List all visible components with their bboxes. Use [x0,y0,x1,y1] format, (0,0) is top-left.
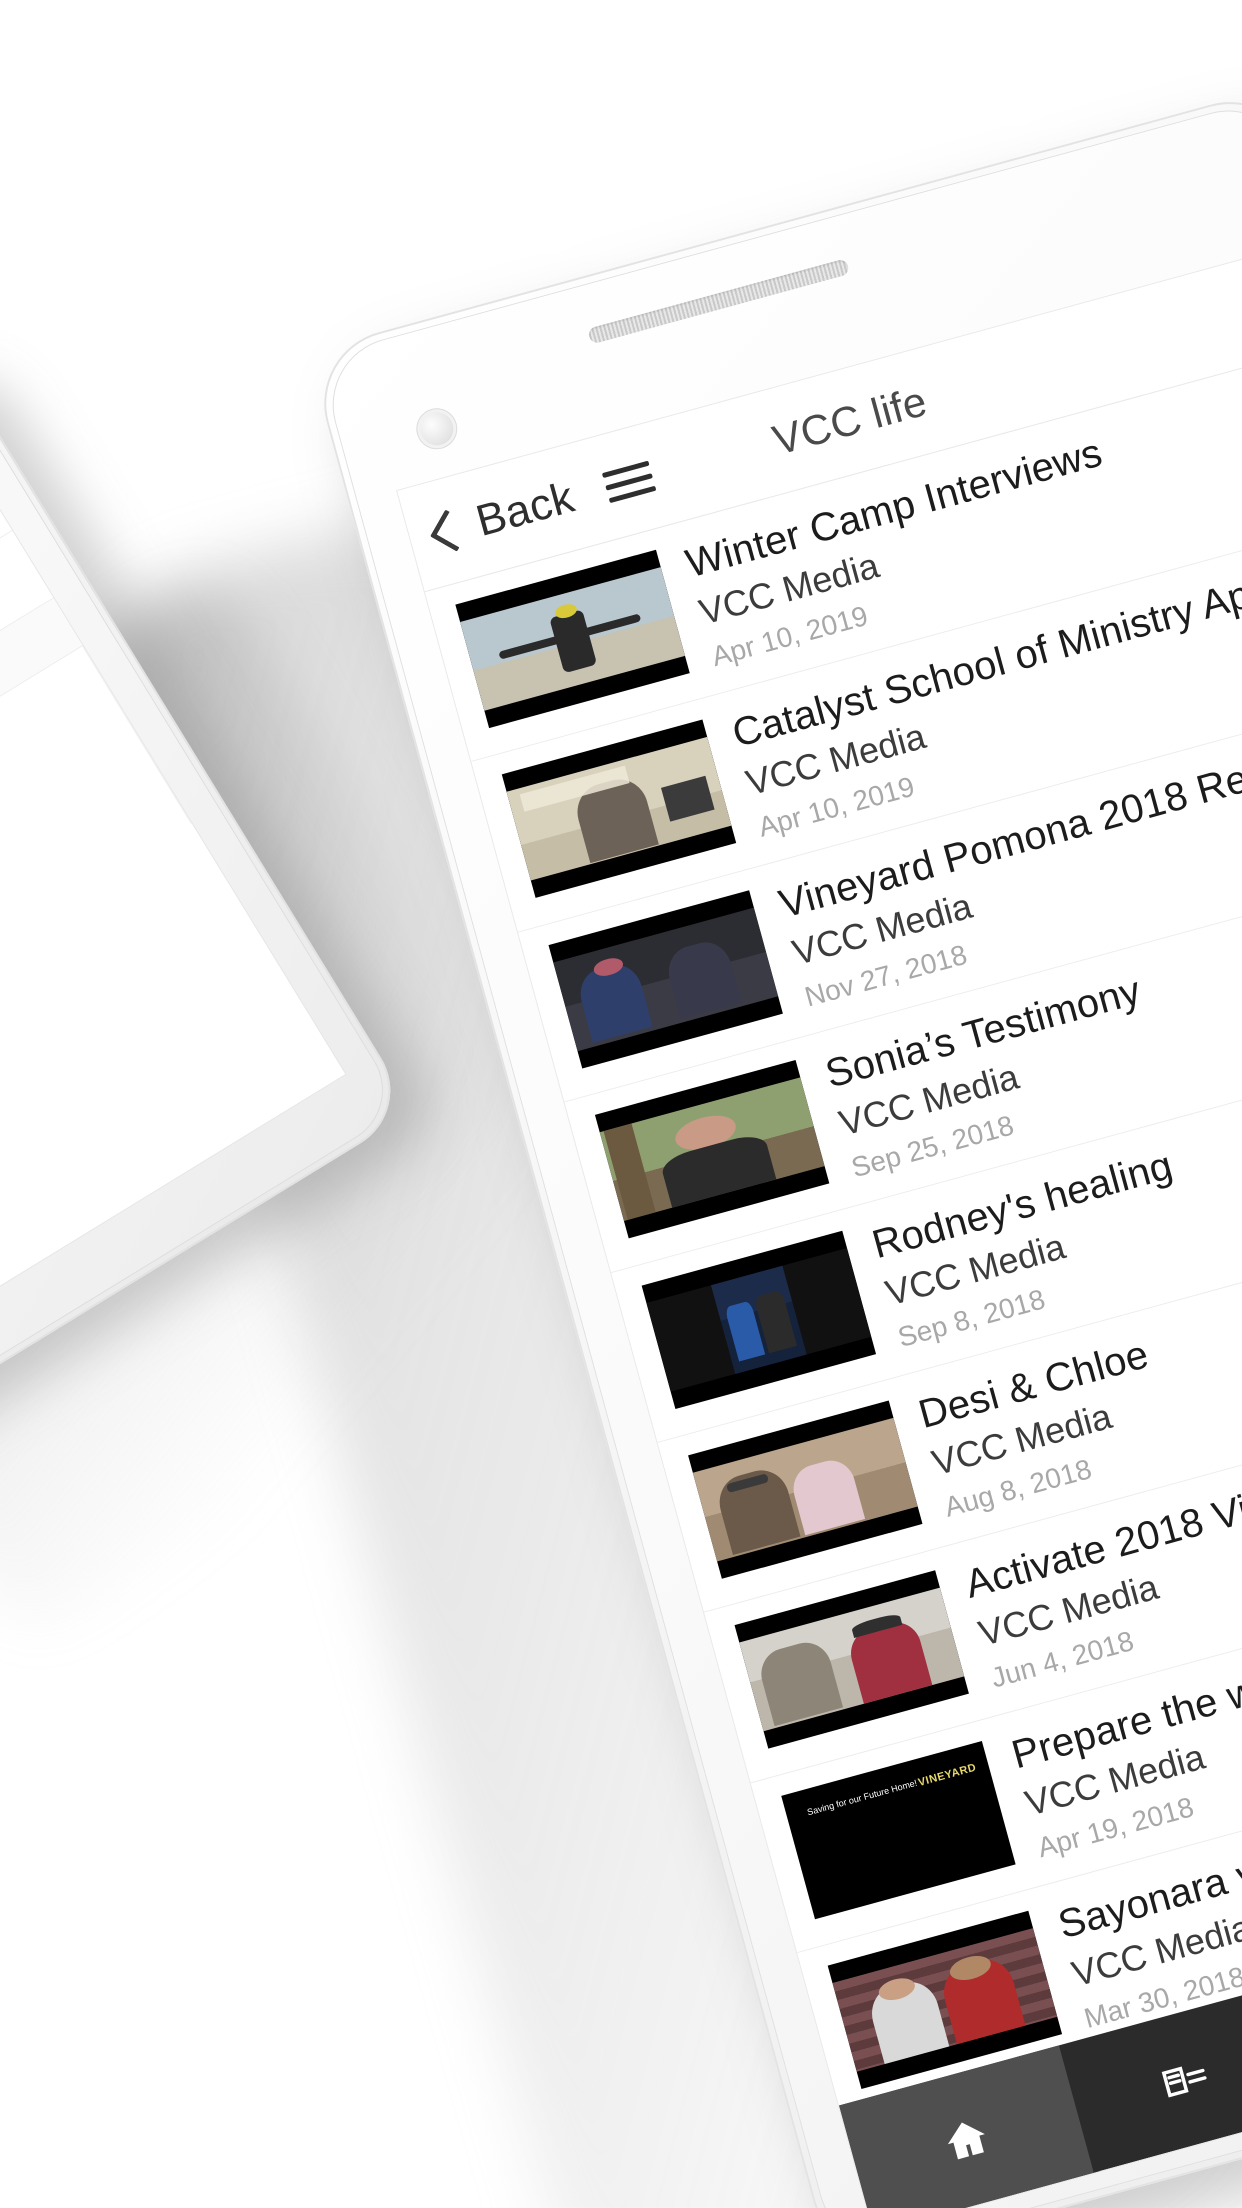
video-thumbnail[interactable] [641,1230,876,1409]
back-button[interactable]: Back [429,473,579,559]
home-icon [934,2107,998,2171]
video-thumbnail[interactable] [734,1570,970,1749]
front-camera-icon [416,408,458,450]
scene-canvas: - Day 19 [0,0,1242,2208]
media-list-icon [1154,2047,1218,2111]
right-phone-speaker-grille [587,258,851,345]
back-button-label: Back [470,472,580,546]
video-thumbnail[interactable] [455,549,690,729]
video-thumbnail[interactable] [501,719,737,899]
video-thumbnail[interactable] [548,889,783,1069]
thumbnail-overlay-text: Saving for our Future Home! [805,1777,919,1818]
video-thumbnail[interactable] [688,1400,923,1579]
hamburger-menu-icon[interactable] [601,460,657,503]
video-thumbnail[interactable]: VINEYARD Saving for our Future Home! [781,1740,1016,1920]
chevron-left-icon [429,508,473,552]
video-thumbnail[interactable] [594,1060,830,1239]
